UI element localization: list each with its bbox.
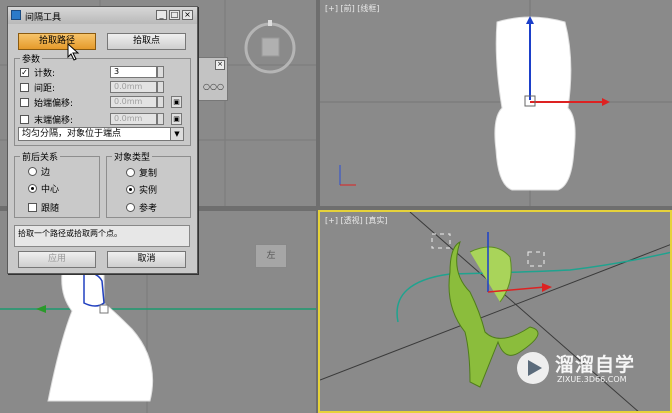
end-offset-label: 末端偏移: <box>34 116 74 126</box>
cancel-button[interactable]: 取消 <box>107 251 186 268</box>
count-label: 计数: <box>34 69 56 79</box>
start-offset-spinner[interactable] <box>157 96 164 108</box>
context-group-label: 前后关系 <box>20 150 61 163</box>
count-spinner[interactable] <box>157 66 164 78</box>
ctx-edges-label: 边 <box>41 168 51 178</box>
app-icon <box>11 10 21 20</box>
floating-panel[interactable]: × ○○○ <box>196 57 228 101</box>
chevron-down-icon: ▼ <box>170 128 183 140</box>
distribution-select-value: 均匀分隔，对象位于端点 <box>22 129 122 139</box>
prompt-text: 拾取一个路径或拾取两个点。 <box>14 225 190 247</box>
dialog-title: 间隔工具 <box>25 13 62 23</box>
watermark-brand: 溜溜自学 <box>555 354 636 376</box>
type-group-label: 对象类型 <box>112 150 153 163</box>
start-offset-label: 始端偏移: <box>34 99 74 109</box>
spacing-checkbox[interactable] <box>20 83 29 92</box>
distribution-select[interactable]: 均匀分隔，对象位于端点 ▼ <box>18 127 184 141</box>
start-offset-input[interactable]: 0.0mm <box>110 96 157 108</box>
end-offset-input[interactable]: 0.0mm <box>110 113 157 125</box>
ctx-edges-radio[interactable] <box>28 167 37 176</box>
start-offset-lock-icon[interactable]: ▣ <box>171 96 182 108</box>
count-checkbox[interactable]: ✓ <box>20 68 29 77</box>
type-reference-label: 参考 <box>139 204 158 214</box>
ctx-follow-checkbox[interactable] <box>28 203 37 212</box>
pick-path-button[interactable]: 拾取路径 <box>18 33 96 50</box>
end-offset-lock-icon[interactable]: ▣ <box>171 113 182 125</box>
ctx-centers-label: 中心 <box>41 185 60 195</box>
type-copy-radio[interactable] <box>126 168 135 177</box>
ctx-centers-radio[interactable] <box>28 184 37 193</box>
spacing-spinner[interactable] <box>157 81 164 93</box>
type-reference-radio[interactable] <box>126 203 135 212</box>
pick-points-button[interactable]: 拾取点 <box>107 33 186 50</box>
logo-icon <box>517 352 549 384</box>
end-offset-spinner[interactable] <box>157 113 164 125</box>
ctx-follow-label: 跟随 <box>41 204 60 214</box>
watermark: 溜溜自学 ZIXUE.3D66.COM <box>515 344 670 396</box>
apply-button[interactable]: 应用 <box>18 251 96 268</box>
type-copy-label: 复制 <box>139 169 158 179</box>
count-input[interactable]: 3 <box>110 66 157 78</box>
close-button[interactable]: × <box>182 10 193 20</box>
start-offset-checkbox[interactable] <box>20 98 29 107</box>
type-instance-label: 实例 <box>139 186 158 196</box>
viewcube-top[interactable] <box>240 16 300 86</box>
params-group-label: 参数 <box>20 52 43 65</box>
spacing-label: 间距: <box>34 84 56 94</box>
chair-front-mesh <box>320 0 672 206</box>
dialog-titlebar[interactable]: 间隔工具 _ □ × <box>8 7 197 24</box>
minimize-button[interactable]: _ <box>156 10 167 20</box>
spacing-input[interactable]: 0.0mm <box>110 81 157 93</box>
watermark-url: ZIXUE.3D66.COM <box>557 375 627 384</box>
viewcube-left[interactable]: 左 <box>255 244 287 268</box>
viewport-front[interactable]: [+] [前] [线框] <box>320 0 672 206</box>
mouse-cursor-icon <box>67 43 80 61</box>
end-offset-checkbox[interactable] <box>20 115 29 124</box>
restore-button[interactable]: □ <box>169 10 180 20</box>
type-instance-radio[interactable] <box>126 185 135 194</box>
spacing-tool-dialog[interactable]: 间隔工具 _ □ × 拾取路径 拾取点 参数 ✓ 计数: 3 间距: 0.0mm… <box>7 6 198 274</box>
